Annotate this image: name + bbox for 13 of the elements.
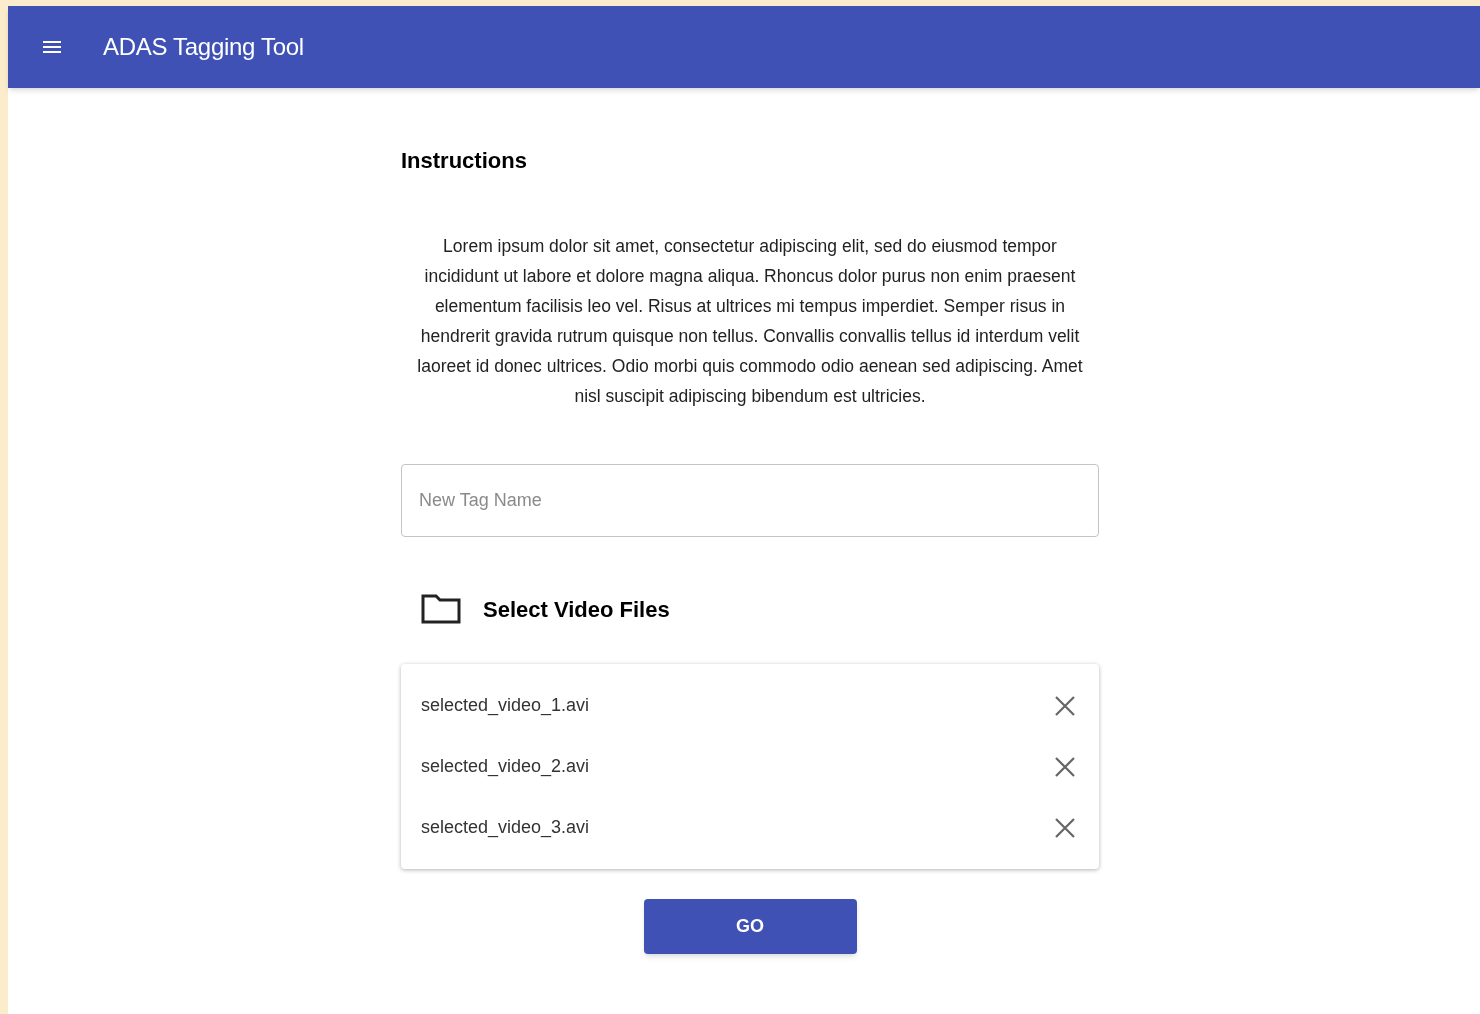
file-name: selected_video_2.avi <box>421 755 590 779</box>
instructions-text: Lorem ipsum dolor sit amet, consectetur adipiscing elit, sed do eiusmod tempor incididunt ut labore et dolore magna aliqua. Rhoncus dolor purus non enim praesent elementum facilisis leo vel. Risus at ultrices mi tempus imperdiet. Semper risus in hendrerit gravida rutrum quisque non tellus. Convallis convallis tellus id interdum velit laoreet id donec ultrices. Odio morbi quis commodo odio aenean sed adipiscing. Amet nisl suscipit adipiscing bibendum est ultricies. <box>416 235 1084 408</box>
file-name: selected_video_1.avi <box>421 694 590 718</box>
instructions-heading: Instructions <box>401 147 528 175</box>
tag-name-field[interactable]: New Tag Name <box>401 464 1099 537</box>
close-icon[interactable] <box>1053 815 1077 840</box>
close-icon[interactable] <box>1053 693 1077 718</box>
go-button[interactable]: GO <box>643 899 857 954</box>
file-name: selected_video_3.avi <box>421 816 590 840</box>
close-icon[interactable] <box>1053 754 1077 779</box>
folder-icon <box>421 593 461 625</box>
select-video-files-button[interactable]: Select Video Files <box>421 581 670 637</box>
app-title: ADAS Tagging Tool <box>103 32 304 62</box>
